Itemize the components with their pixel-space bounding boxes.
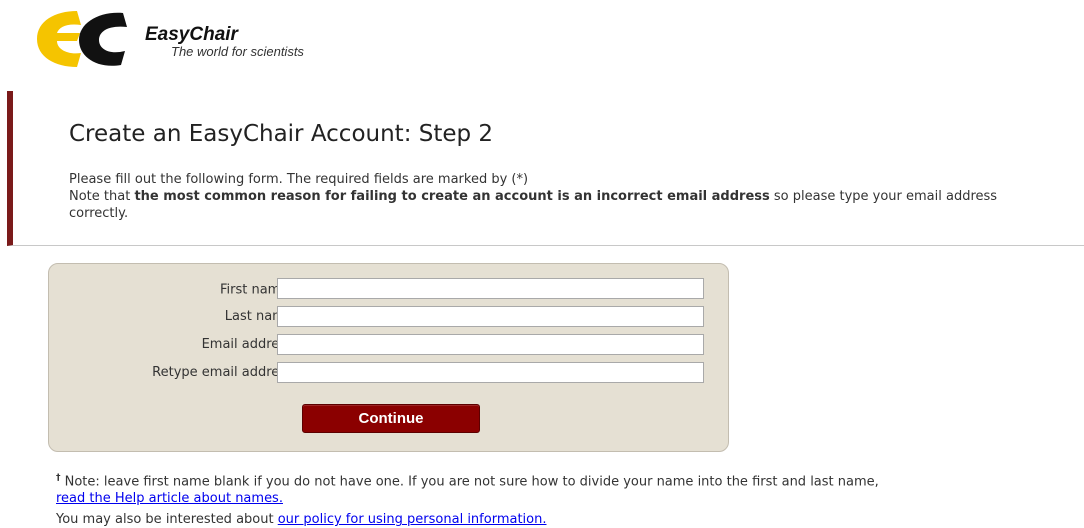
- intro-text: Please fill out the following form. The …: [69, 171, 1029, 222]
- privacy-policy-link[interactable]: our policy for using personal informatio…: [278, 512, 547, 527]
- policy-prefix: You may also be interested about: [56, 512, 278, 528]
- last-name-input[interactable]: [277, 306, 704, 327]
- retype-email-row: Retype email address (*):: [49, 361, 730, 385]
- logo-tagline: The world for scientists: [171, 44, 304, 59]
- policy-line: You may also be interested about our pol…: [56, 511, 1056, 528]
- title-section: Create an EasyChair Account: Step 2 Plea…: [7, 91, 1084, 246]
- continue-button[interactable]: Continue: [302, 404, 480, 433]
- intro-line-required: Please fill out the following form. The …: [69, 172, 529, 187]
- footer-notes: † Note: leave first name blank if you do…: [56, 470, 1056, 528]
- first-name-note: † Note: leave first name blank if you do…: [56, 470, 1056, 490]
- page-title: Create an EasyChair Account: Step 2: [69, 121, 494, 147]
- note-text: Note: leave first name blank if you do n…: [60, 474, 879, 490]
- logo-text: EasyChair The world for scientists: [145, 25, 304, 59]
- intro-warning-prefix: Note that: [69, 189, 135, 204]
- account-form: First name† (*): Last name (*): Email ad…: [48, 263, 729, 452]
- easychair-logo[interactable]: EasyChair The world for scientists: [33, 9, 353, 69]
- first-name-input[interactable]: [277, 278, 704, 299]
- last-name-row: Last name (*):: [49, 305, 730, 329]
- retype-email-input[interactable]: [277, 362, 704, 383]
- intro-line-warning: Note that the most common reason for fai…: [69, 188, 1029, 222]
- email-row: Email address (*):: [49, 333, 730, 357]
- help-link-line: read the Help article about names.: [56, 490, 1056, 507]
- intro-warning-bold: the most common reason for failing to cr…: [134, 189, 770, 204]
- first-name-row: First name† (*):: [49, 277, 730, 301]
- email-input[interactable]: [277, 334, 704, 355]
- ec-logo-mark-icon: [33, 9, 133, 69]
- help-article-link[interactable]: read the Help article about names.: [56, 491, 283, 506]
- logo-name: EasyChair: [145, 24, 238, 45]
